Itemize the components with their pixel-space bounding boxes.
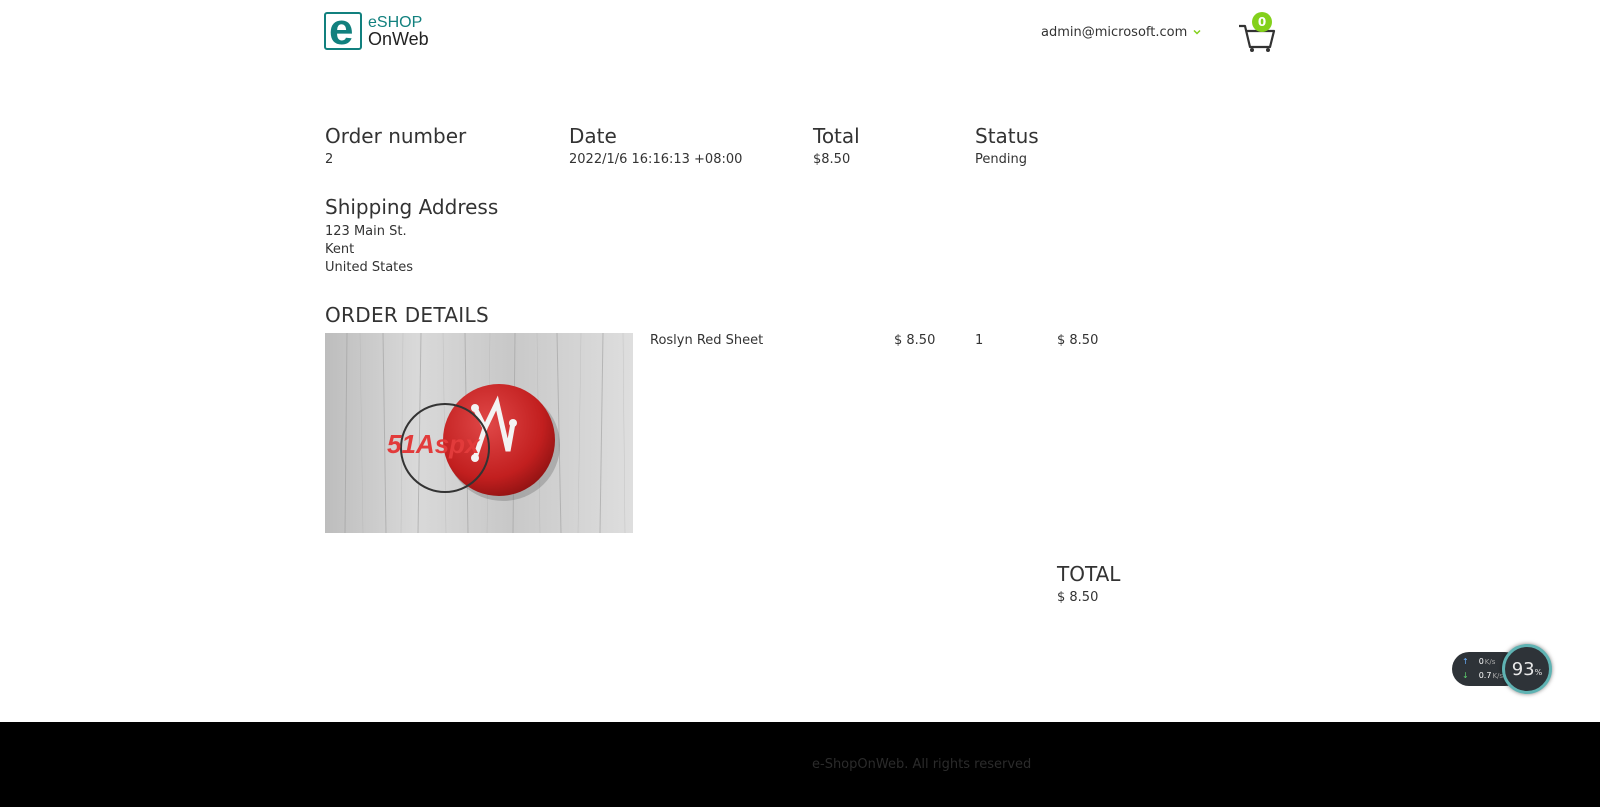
footer — [0, 722, 1600, 807]
logo-line-2: OnWeb — [368, 29, 429, 49]
item-subtotal: $ 8.50 — [1057, 333, 1099, 348]
logo-e-icon: e — [324, 6, 362, 54]
network-speed-widget[interactable]: ↑ 0 K/s ↓ 0.7 K/s 93% — [1452, 642, 1552, 694]
eshop-logo[interactable]: e eSHOP OnWeb — [324, 6, 434, 54]
shipping-country: United States — [325, 260, 414, 275]
user-menu[interactable]: admin@microsoft.com — [1041, 22, 1202, 42]
total-value: $8.50 — [813, 152, 851, 167]
order-number-value: 2 — [325, 152, 334, 167]
download-arrow-icon: ↓ — [1462, 671, 1469, 680]
upload-value: 0 — [1478, 657, 1484, 666]
product-image: 51Aspx — [325, 333, 633, 533]
item-name: Roslyn Red Sheet — [650, 333, 764, 348]
date-value: 2022/1/6 16:16:13 +08:00 — [569, 152, 743, 167]
upload-speed: ↑ 0 K/s — [1462, 657, 1495, 666]
watermark-text: 51Aspx — [387, 429, 481, 459]
usage-percent-unit: % — [1534, 667, 1543, 677]
user-email: admin@microsoft.com — [1041, 24, 1188, 40]
usage-percent: 93 — [1511, 658, 1535, 680]
date-label: Date — [569, 124, 617, 148]
grand-total-label: TOTAL — [1057, 562, 1121, 586]
order-number-label: Order number — [325, 124, 467, 148]
status-value: Pending — [975, 152, 1027, 167]
upload-arrow-icon: ↑ — [1462, 657, 1469, 666]
logo-wordmark: eSHOP OnWeb — [368, 14, 429, 48]
item-quantity: 1 — [975, 333, 984, 348]
order-details-title: ORDER DETAILS — [325, 303, 489, 327]
shipping-city: Kent — [325, 242, 355, 257]
cart-count-badge: 0 — [1252, 12, 1272, 32]
total-label: Total — [813, 124, 860, 148]
status-label: Status — [975, 124, 1039, 148]
shipping-street: 123 Main St. — [325, 224, 407, 239]
download-speed: ↓ 0.7 K/s — [1462, 671, 1503, 680]
grand-total-value: $ 8.50 — [1057, 590, 1099, 605]
chevron-down-icon — [1193, 29, 1201, 35]
footer-copyright: e-ShopOnWeb. All rights reserved — [812, 757, 1032, 772]
item-price: $ 8.50 — [894, 333, 936, 348]
shipping-address-title: Shipping Address — [325, 195, 499, 219]
upload-unit: K/s — [1484, 657, 1496, 666]
memory-usage-gauge[interactable]: 93% — [1502, 644, 1552, 694]
download-value: 0.7 — [1478, 671, 1492, 680]
cart-button[interactable]: 0 — [1237, 10, 1277, 52]
